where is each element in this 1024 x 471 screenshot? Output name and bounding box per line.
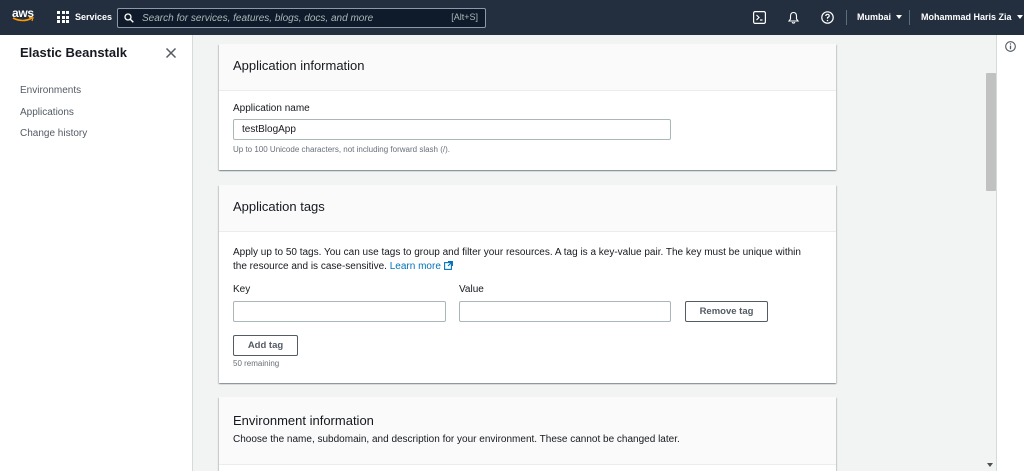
- environment-information-panel: Environment information Choose the name,…: [219, 397, 836, 471]
- application-name-input[interactable]: [233, 119, 671, 140]
- search-bar[interactable]: [Alt+S]: [117, 8, 486, 28]
- close-icon[interactable]: [165, 47, 177, 59]
- sidebar-item-applications[interactable]: Applications: [20, 107, 74, 118]
- application-name-hint: Up to 100 Unicode characters, not includ…: [233, 145, 450, 154]
- search-shortcut: [Alt+S]: [451, 12, 478, 22]
- environment-description: Choose the name, subdomain, and descript…: [233, 434, 680, 445]
- application-information-panel: Application information Application name…: [219, 44, 836, 170]
- external-link-icon: [443, 261, 453, 270]
- learn-more-link[interactable]: Learn more: [390, 261, 453, 272]
- account-menu[interactable]: Mohammad Haris Zia: [921, 12, 1023, 22]
- sidebar-title[interactable]: Elastic Beanstalk: [20, 45, 127, 60]
- aws-logo[interactable]: aws: [12, 7, 36, 27]
- services-label: Services: [75, 12, 113, 22]
- sidebar-item-environments[interactable]: Environments: [20, 85, 81, 96]
- tags-remaining: 50 remaining: [233, 359, 280, 368]
- search-input[interactable]: [142, 12, 432, 24]
- cloudshell-icon[interactable]: [753, 11, 766, 24]
- panel-header: Application information: [219, 44, 836, 91]
- learn-more-label: Learn more: [389, 261, 441, 272]
- application-name-label: Application name: [233, 103, 310, 114]
- services-menu[interactable]: Services: [57, 11, 112, 23]
- aws-smile-icon: [12, 17, 34, 22]
- bell-icon[interactable]: [787, 11, 800, 24]
- nav-divider: [909, 10, 910, 25]
- panel-header: Application tags: [219, 185, 836, 232]
- scrollbar-thumb[interactable]: [986, 73, 996, 191]
- user-name: Mohammad Haris Zia: [921, 12, 1012, 22]
- top-navigation: aws Services [Alt+S] Mumbai: [0, 0, 1024, 35]
- remove-tag-button[interactable]: Remove tag: [685, 301, 768, 322]
- add-tag-button[interactable]: Add tag: [233, 335, 298, 356]
- tools-panel-strip: [996, 35, 1024, 471]
- tags-description: Apply up to 50 tags. You can use tags to…: [233, 246, 813, 274]
- nav-divider: [846, 10, 847, 25]
- scroll-down-arrow-icon[interactable]: [987, 463, 993, 467]
- caret-down-icon: [896, 15, 903, 19]
- region-selector[interactable]: Mumbai: [857, 12, 903, 22]
- caret-down-icon: [1016, 15, 1023, 19]
- tag-value-input[interactable]: [459, 301, 671, 322]
- tags-description-text: Apply up to 50 tags. You can use tags to…: [233, 247, 801, 272]
- help-icon[interactable]: [821, 11, 834, 24]
- tag-key-input[interactable]: [233, 301, 446, 322]
- grid-icon: [57, 11, 69, 23]
- info-icon[interactable]: [1005, 41, 1016, 52]
- key-label: Key: [233, 284, 251, 295]
- search-icon: [124, 13, 134, 23]
- panel-header-area: Environment information Choose the name,…: [219, 397, 836, 465]
- sidebar: Elastic Beanstalk Environments Applicati…: [0, 35, 193, 471]
- sidebar-item-change-history[interactable]: Change history: [20, 128, 87, 139]
- value-label: Value: [459, 284, 484, 295]
- application-tags-panel: Application tags Apply up to 50 tags. Yo…: [219, 185, 836, 383]
- panel-header: Environment information: [233, 413, 374, 428]
- region-label: Mumbai: [857, 12, 892, 22]
